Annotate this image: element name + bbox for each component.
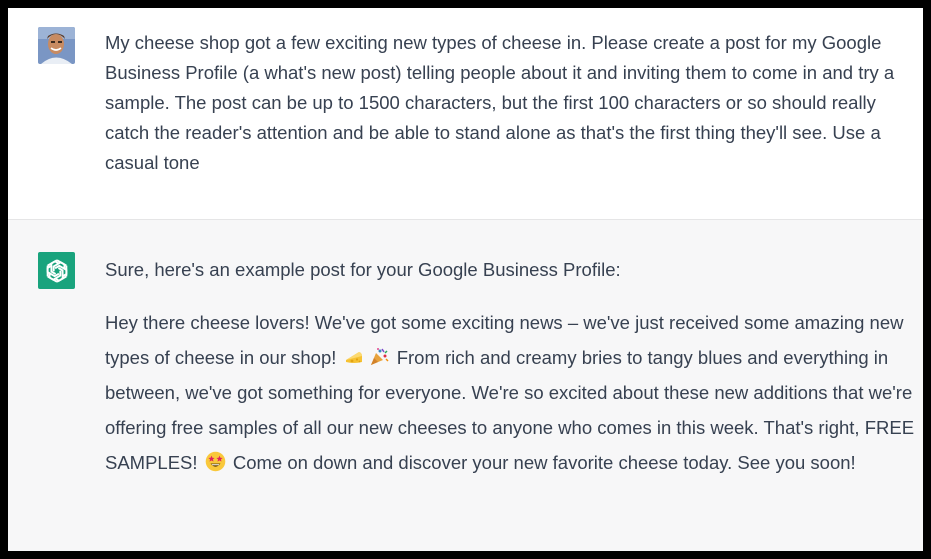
party-popper-emoji-icon bbox=[370, 348, 389, 365]
star-struck-emoji-icon bbox=[205, 451, 225, 472]
assistant-avatar bbox=[38, 252, 75, 289]
assistant-intro: Sure, here's an example post for your Go… bbox=[105, 259, 621, 280]
user-message-text: My cheese shop got a few exciting new ty… bbox=[105, 28, 923, 178]
user-photo-avatar-icon bbox=[38, 27, 75, 64]
chatgpt-logo-icon bbox=[46, 258, 67, 283]
user-avatar bbox=[38, 27, 75, 64]
user-message-body: My cheese shop got a few exciting new ty… bbox=[105, 32, 895, 173]
assistant-message: Sure, here's an example post for your Go… bbox=[8, 220, 923, 551]
post-part-3: Come on down and discover your new favor… bbox=[232, 452, 856, 473]
user-message: My cheese shop got a few exciting new ty… bbox=[8, 8, 923, 220]
assistant-message-text: Sure, here's an example post for your Go… bbox=[105, 255, 923, 480]
cheese-emoji-icon bbox=[345, 352, 362, 363]
chat-window: My cheese shop got a few exciting new ty… bbox=[0, 0, 931, 559]
assistant-post: Hey there cheese lovers! We've got some … bbox=[105, 305, 923, 480]
